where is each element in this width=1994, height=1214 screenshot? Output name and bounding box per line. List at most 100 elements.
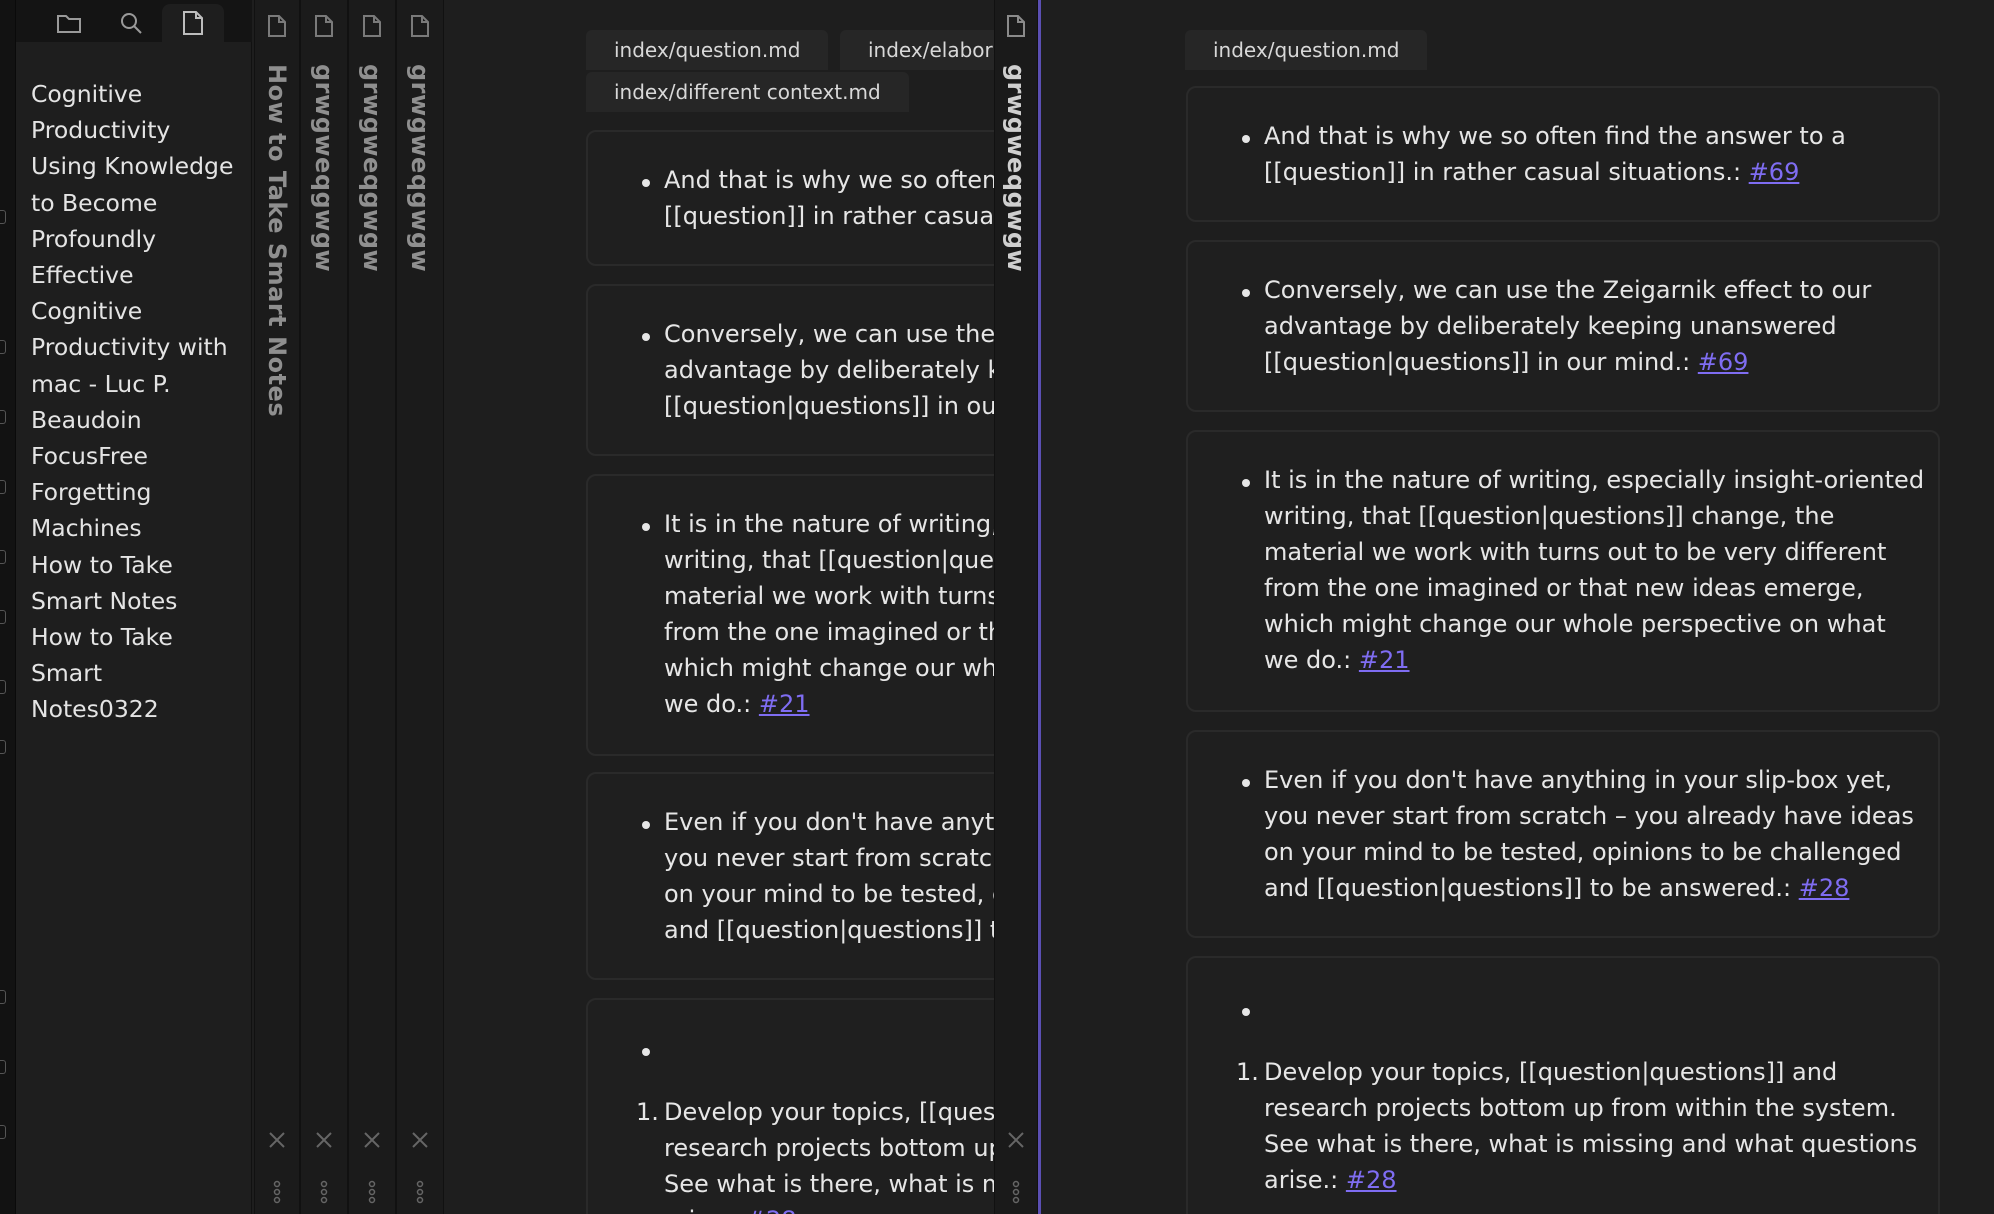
card-line-last: arise.: #28 [664, 1202, 797, 1214]
card-line: which might change our whole perspective… [1264, 610, 1886, 638]
document-icon [410, 14, 430, 42]
more-options-icon[interactable] [273, 1180, 281, 1208]
close-icon[interactable] [314, 1130, 334, 1154]
card-line-last: [[question|questions]] in our mind.: #69 [1264, 344, 1748, 380]
card-line: Develop your topics, [[ques [664, 1098, 994, 1126]
bullet [642, 1048, 650, 1056]
ribbon-icon[interactable] [0, 610, 6, 624]
file-item[interactable]: Forgetting [31, 474, 246, 510]
card-line: advantage by deliberately k [664, 356, 994, 384]
card-line: And that is why we so often find the ans… [1264, 122, 1846, 150]
bullet [642, 523, 650, 531]
close-icon[interactable] [267, 1130, 287, 1154]
tag-link[interactable]: #69 [1749, 158, 1800, 186]
document-icon [267, 14, 287, 42]
tag-link[interactable]: #28 [1799, 874, 1850, 902]
file-item[interactable]: Notes0322 [31, 691, 246, 727]
ribbon-icon[interactable] [0, 210, 6, 224]
file-item[interactable]: FocusFree [31, 438, 246, 474]
card-line: which might change our wh [664, 654, 994, 682]
file-item[interactable]: mac - Luc P. [31, 366, 246, 402]
ribbon-icon[interactable] [0, 1060, 6, 1074]
file-item[interactable]: Machines [31, 510, 246, 546]
file-item[interactable]: Using Knowledge [31, 148, 246, 184]
backlink-card: It is in the nature of writing, especial… [1186, 430, 1940, 712]
ribbon-icon[interactable] [0, 410, 6, 424]
card-line: on your mind to be tested, c [664, 880, 994, 908]
file-item[interactable]: Productivity [31, 112, 246, 148]
strip-title[interactable]: grwgweqgwgw [310, 64, 338, 272]
note-pane-right: index/question.md And that is why we so … [1041, 0, 1994, 1214]
document-icon[interactable] [162, 4, 224, 42]
backlink-card: Even if you don't have anyth you never s… [586, 772, 994, 980]
ribbon-icon[interactable] [0, 680, 6, 694]
card-line: Even if you don't have anything in your … [1264, 766, 1893, 794]
bullet [642, 821, 650, 829]
file-item[interactable]: Smart [31, 655, 246, 691]
more-options-icon[interactable] [368, 1180, 376, 1208]
tag-link[interactable]: #28 [1346, 1166, 1397, 1194]
file-item[interactable]: Beaudoin [31, 402, 246, 438]
tag-link[interactable]: #28 [746, 1206, 797, 1214]
file-item[interactable]: Smart Notes [31, 583, 246, 619]
card-line: we do.: [664, 690, 752, 718]
strip-title[interactable]: grwgweqgwgw [358, 64, 386, 272]
file-item[interactable]: How to Take [31, 547, 246, 583]
more-options-icon[interactable] [1012, 1180, 1020, 1208]
collapsed-pane-strip[interactable]: grwgweqgwgw [994, 0, 1038, 1214]
tab-question[interactable]: index/question.md [1185, 30, 1428, 70]
folder-icon[interactable] [56, 10, 82, 36]
file-item[interactable]: Cognitive [31, 293, 246, 329]
collapsed-pane-strip[interactable]: How to Take Smart Notes [254, 0, 300, 1214]
file-item[interactable]: Cognitive [31, 76, 246, 112]
ribbon-icon[interactable] [0, 990, 6, 1004]
file-item[interactable]: to Become [31, 185, 246, 221]
card-line-last: arise.: #28 [1264, 1162, 1397, 1198]
tab-different-context[interactable]: index/different context.md [586, 72, 909, 112]
list-number: 1. [636, 1098, 659, 1126]
ribbon-icon[interactable] [0, 740, 6, 754]
document-icon [1006, 14, 1026, 42]
bullet [1242, 135, 1250, 143]
card-line: from the one imagined or that new ideas … [1264, 574, 1864, 602]
card-line: [[question]] in rather casual [664, 202, 994, 230]
document-icon [362, 14, 382, 42]
backlink-card: It is in the nature of writing, writing,… [586, 474, 994, 756]
file-item[interactable]: Productivity with [31, 329, 246, 365]
card-line: research projects bottom up [664, 1134, 994, 1162]
tab-elaboration[interactable]: index/elabora [840, 30, 994, 70]
tab-question[interactable]: index/question.md [586, 30, 829, 70]
card-line: writing, that [[question|ques [664, 546, 994, 574]
close-icon[interactable] [1006, 1130, 1026, 1154]
more-options-icon[interactable] [416, 1180, 424, 1208]
strip-title[interactable]: grwgweqgwgw [1002, 64, 1030, 272]
strip-title[interactable]: grwgweqgwgw [406, 64, 434, 272]
tag-link[interactable]: #21 [1359, 646, 1410, 674]
bullet [642, 333, 650, 341]
strip-title[interactable]: How to Take Smart Notes [263, 64, 291, 417]
ribbon-icon[interactable] [0, 1125, 6, 1139]
file-item[interactable]: How to Take [31, 619, 246, 655]
search-icon[interactable] [118, 10, 144, 36]
card-line: writing, that [[question|questions]] cha… [1264, 502, 1835, 530]
backlink-card: And that is why we so often [[question]]… [586, 130, 994, 266]
card-line: material we work with turns out to be ve… [1264, 538, 1887, 566]
ribbon-icon[interactable] [0, 550, 6, 564]
close-icon[interactable] [362, 1130, 382, 1154]
list-number: 1. [1236, 1058, 1259, 1086]
collapsed-pane-strip[interactable]: grwgweqgwgw [300, 0, 348, 1214]
sidebar-tab-bar [16, 0, 252, 42]
file-list: Cognitive Productivity Using Knowledge t… [31, 76, 246, 728]
ribbon-icon[interactable] [0, 480, 6, 494]
ribbon-icon[interactable] [0, 340, 6, 354]
collapsed-pane-strip[interactable]: grwgweqgwgw [396, 0, 444, 1214]
card-line-last: we do.: #21 [1264, 642, 1410, 678]
collapsed-pane-strip[interactable]: grwgweqgwgw [348, 0, 396, 1214]
more-options-icon[interactable] [320, 1180, 328, 1208]
tag-link[interactable]: #69 [1698, 348, 1749, 376]
close-icon[interactable] [410, 1130, 430, 1154]
tag-link[interactable]: #21 [759, 690, 810, 718]
file-item[interactable]: Profoundly [31, 221, 246, 257]
file-item[interactable]: Effective [31, 257, 246, 293]
file-sidebar: Cognitive Productivity Using Knowledge t… [16, 42, 252, 1214]
